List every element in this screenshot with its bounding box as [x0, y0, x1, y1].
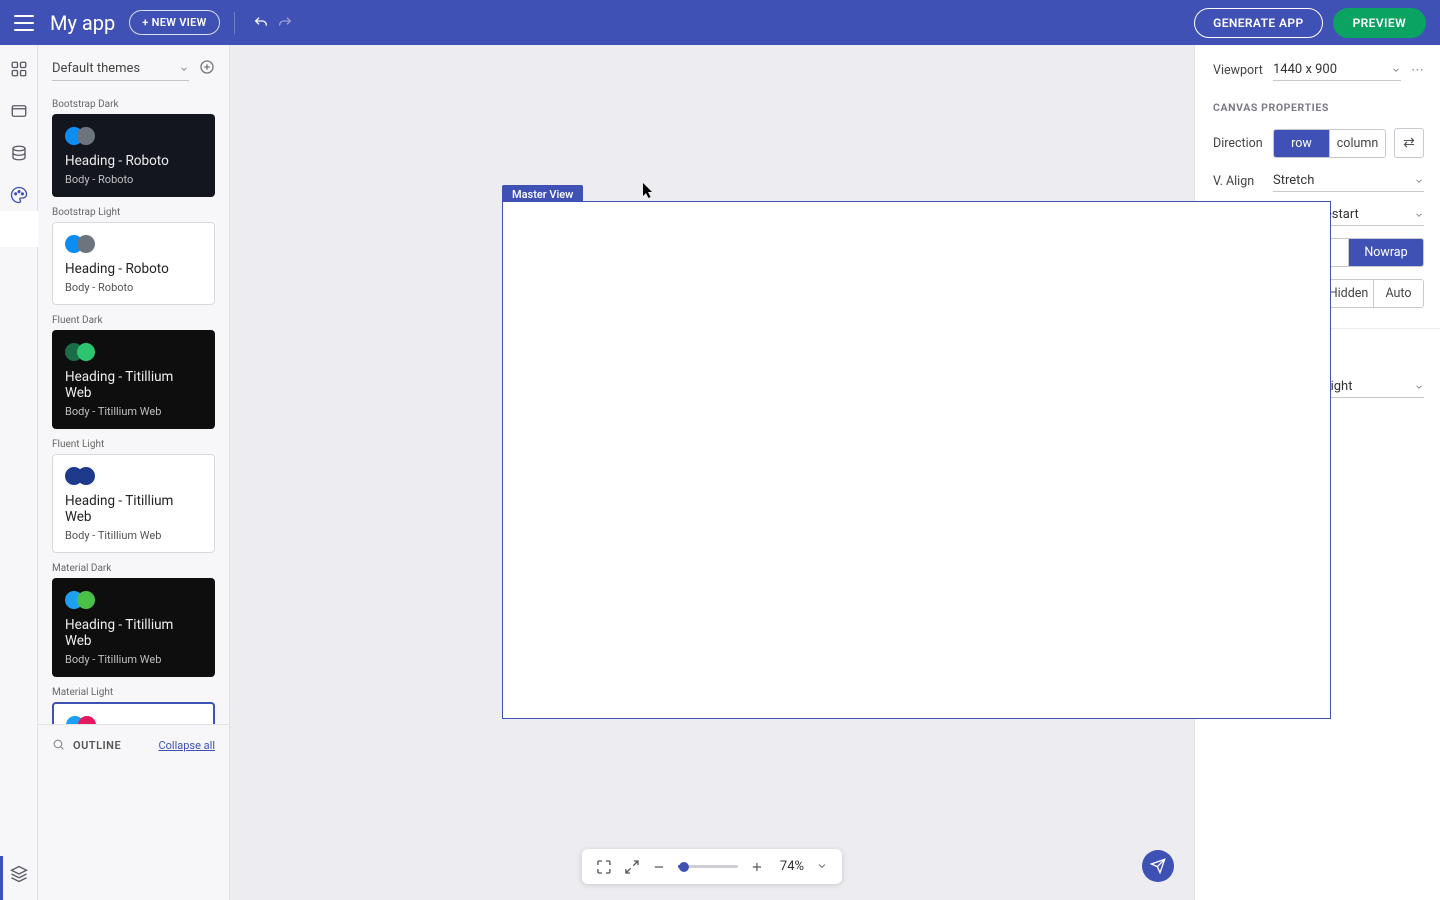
- theme-card[interactable]: Heading - Roboto Body - Roboto: [52, 114, 215, 197]
- zoom-out-button[interactable]: [652, 860, 666, 874]
- direction-label: Direction: [1213, 136, 1273, 151]
- theme-card-body: Body - Titillium Web: [65, 653, 202, 666]
- outline-header: OUTLINE Collapse all: [38, 724, 229, 766]
- tool-rail: [0, 45, 38, 900]
- viewport-value: 1440 x 900: [1273, 62, 1337, 77]
- undo-icon[interactable]: [249, 11, 273, 35]
- collapse-all-link[interactable]: Collapse all: [158, 739, 215, 752]
- theme-card-heading: Heading - Roboto: [65, 261, 202, 277]
- zoom-toolbar: 74%: [582, 849, 842, 884]
- viewport-more-icon[interactable]: ⋯: [1411, 63, 1424, 78]
- redo-icon[interactable]: [273, 11, 297, 35]
- zoom-dropdown[interactable]: [816, 857, 828, 876]
- chevron-down-icon: [1414, 176, 1424, 186]
- theme-card[interactable]: Heading - Titillium Web Body - Titillium …: [52, 330, 215, 429]
- rail-theme-icon[interactable]: [7, 183, 31, 207]
- theme-card-body: Body - Roboto: [65, 281, 202, 294]
- view-frame[interactable]: [502, 201, 1331, 719]
- viewport-select[interactable]: 1440 x 900: [1273, 59, 1401, 81]
- preview-button[interactable]: PREVIEW: [1333, 8, 1426, 38]
- nowrap-button[interactable]: Nowrap: [1348, 239, 1423, 266]
- direction-column-button[interactable]: column: [1329, 130, 1385, 157]
- rail-active-indicator: [0, 856, 3, 900]
- cursor-icon: [643, 183, 655, 199]
- theme-card-heading: Heading - Titillium Web: [65, 617, 202, 649]
- theme-list-label: Bootstrap Dark: [52, 99, 215, 110]
- canvas-properties-title: CANVAS PROPERTIES: [1213, 101, 1424, 114]
- themes-panel: Default themes Bootstrap Dark Heading - R…: [38, 45, 230, 900]
- theme-card[interactable]: Heading - Roboto Body - Roboto: [52, 222, 215, 305]
- theme-collection-value: Default themes: [52, 61, 140, 76]
- rail-layers-icon[interactable]: [7, 862, 31, 886]
- theme-card[interactable]: Heading - Titillium Web Body - Titillium …: [52, 454, 215, 553]
- theme-card-body: Body - Roboto: [65, 173, 202, 186]
- theme-list-label: Fluent Light: [52, 439, 215, 450]
- canvas-area[interactable]: Master View 74%: [230, 45, 1194, 900]
- divider: [234, 12, 235, 34]
- outline-body: [38, 766, 229, 900]
- theme-card[interactable]: Heading - Titillium Web Body - Titillium …: [52, 578, 215, 677]
- add-theme-button[interactable]: [199, 59, 215, 79]
- valign-label: V. Align: [1213, 174, 1273, 189]
- chevron-down-icon: [1414, 382, 1424, 392]
- theme-list-label: Material Light: [52, 687, 215, 698]
- theme-card-heading: Heading - Titillium Web: [65, 493, 202, 525]
- rail-views-icon[interactable]: [7, 99, 31, 123]
- valign-select[interactable]: Stretch: [1273, 170, 1424, 192]
- app-title: My app: [50, 11, 115, 35]
- valign-value: Stretch: [1273, 173, 1314, 188]
- theme-card-heading: Heading - Titillium Web: [65, 369, 202, 401]
- rail-components-icon[interactable]: [7, 57, 31, 81]
- theme-list-label: Bootstrap Light: [52, 207, 215, 218]
- theme-list-label: Fluent Dark: [52, 315, 215, 326]
- theme-card[interactable]: Heading - Titillium WebBody - Titillium …: [52, 702, 215, 724]
- chevron-down-icon: [1414, 210, 1424, 220]
- theme-collection-select[interactable]: Default themes: [52, 57, 189, 81]
- menu-icon[interactable]: [14, 15, 34, 31]
- theme-card-heading: Heading - Roboto: [65, 153, 202, 169]
- rail-data-icon[interactable]: [7, 141, 31, 165]
- zoom-in-button[interactable]: [750, 860, 764, 874]
- theme-card-body: Body - Titillium Web: [65, 405, 202, 418]
- chevron-down-icon: [1391, 65, 1401, 75]
- top-bar: My app + NEW VIEW GENERATE APP PREVIEW: [0, 0, 1440, 45]
- actual-size-icon[interactable]: [624, 859, 640, 875]
- fit-to-screen-icon[interactable]: [596, 859, 612, 875]
- viewport-label: Viewport: [1213, 63, 1273, 78]
- zoom-value: 74%: [780, 859, 804, 874]
- direction-swap-button[interactable]: ⇄: [1394, 128, 1424, 158]
- outline-title: OUTLINE: [73, 739, 158, 752]
- overflow-auto-button[interactable]: Auto: [1373, 280, 1423, 307]
- send-button[interactable]: [1142, 850, 1174, 882]
- new-view-button[interactable]: + NEW VIEW: [129, 10, 219, 35]
- theme-card-body: Body - Titillium Web: [65, 529, 202, 542]
- chevron-down-icon: [179, 64, 189, 74]
- search-icon[interactable]: [52, 738, 65, 754]
- zoom-slider[interactable]: [678, 865, 738, 868]
- direction-row-button[interactable]: row: [1274, 130, 1329, 157]
- generate-app-button[interactable]: GENERATE APP: [1194, 8, 1322, 38]
- theme-list-label: Material Dark: [52, 563, 215, 574]
